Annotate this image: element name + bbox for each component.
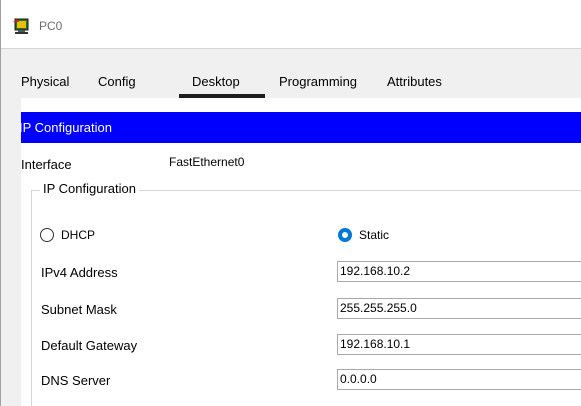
computer-icon [13, 18, 29, 34]
default-gateway-input[interactable]: 192.168.10.1 [337, 334, 581, 355]
subnet-mask-label: Subnet Mask [41, 302, 117, 317]
pc0-window: PC0 Physical Config Desktop Programming … [0, 0, 581, 406]
tab-attributes[interactable]: Attributes [387, 65, 442, 98]
tab-config[interactable]: Config [98, 65, 136, 98]
ipv4-address-input[interactable]: 192.168.10.2 [337, 261, 581, 282]
dns-server-input[interactable]: 0.0.0.0 [337, 369, 581, 390]
ip-configuration-group-label: IP Configuration [40, 181, 139, 196]
desktop-panel: IP Configuration Interface FastEthernet0… [19, 98, 581, 406]
interface-select[interactable]: FastEthernet0 [167, 153, 581, 174]
default-gateway-label: Default Gateway [41, 338, 138, 353]
window-title: PC0 [39, 19, 63, 33]
static-radio[interactable] [338, 228, 352, 242]
title-bar[interactable]: PC0 [1, 0, 581, 49]
dhcp-label[interactable]: DHCP [61, 228, 95, 242]
subnet-mask-input[interactable]: 255.255.255.0 [337, 298, 581, 319]
tab-bar: Physical Config Desktop Programming Attr… [21, 65, 581, 99]
tab-physical[interactable]: Physical [21, 65, 69, 98]
static-label[interactable]: Static [359, 228, 389, 242]
dns-server-label: DNS Server [41, 373, 111, 388]
ip-configuration-header: IP Configuration [19, 112, 581, 143]
interface-label: Interface [21, 157, 72, 172]
ip-configuration-group: IP Configuration DHCP Static IPv4 Addres… [31, 181, 581, 406]
dhcp-radio[interactable] [40, 228, 54, 242]
tab-programming[interactable]: Programming [279, 65, 357, 98]
ipv4-address-label: IPv4 Address [41, 265, 118, 280]
